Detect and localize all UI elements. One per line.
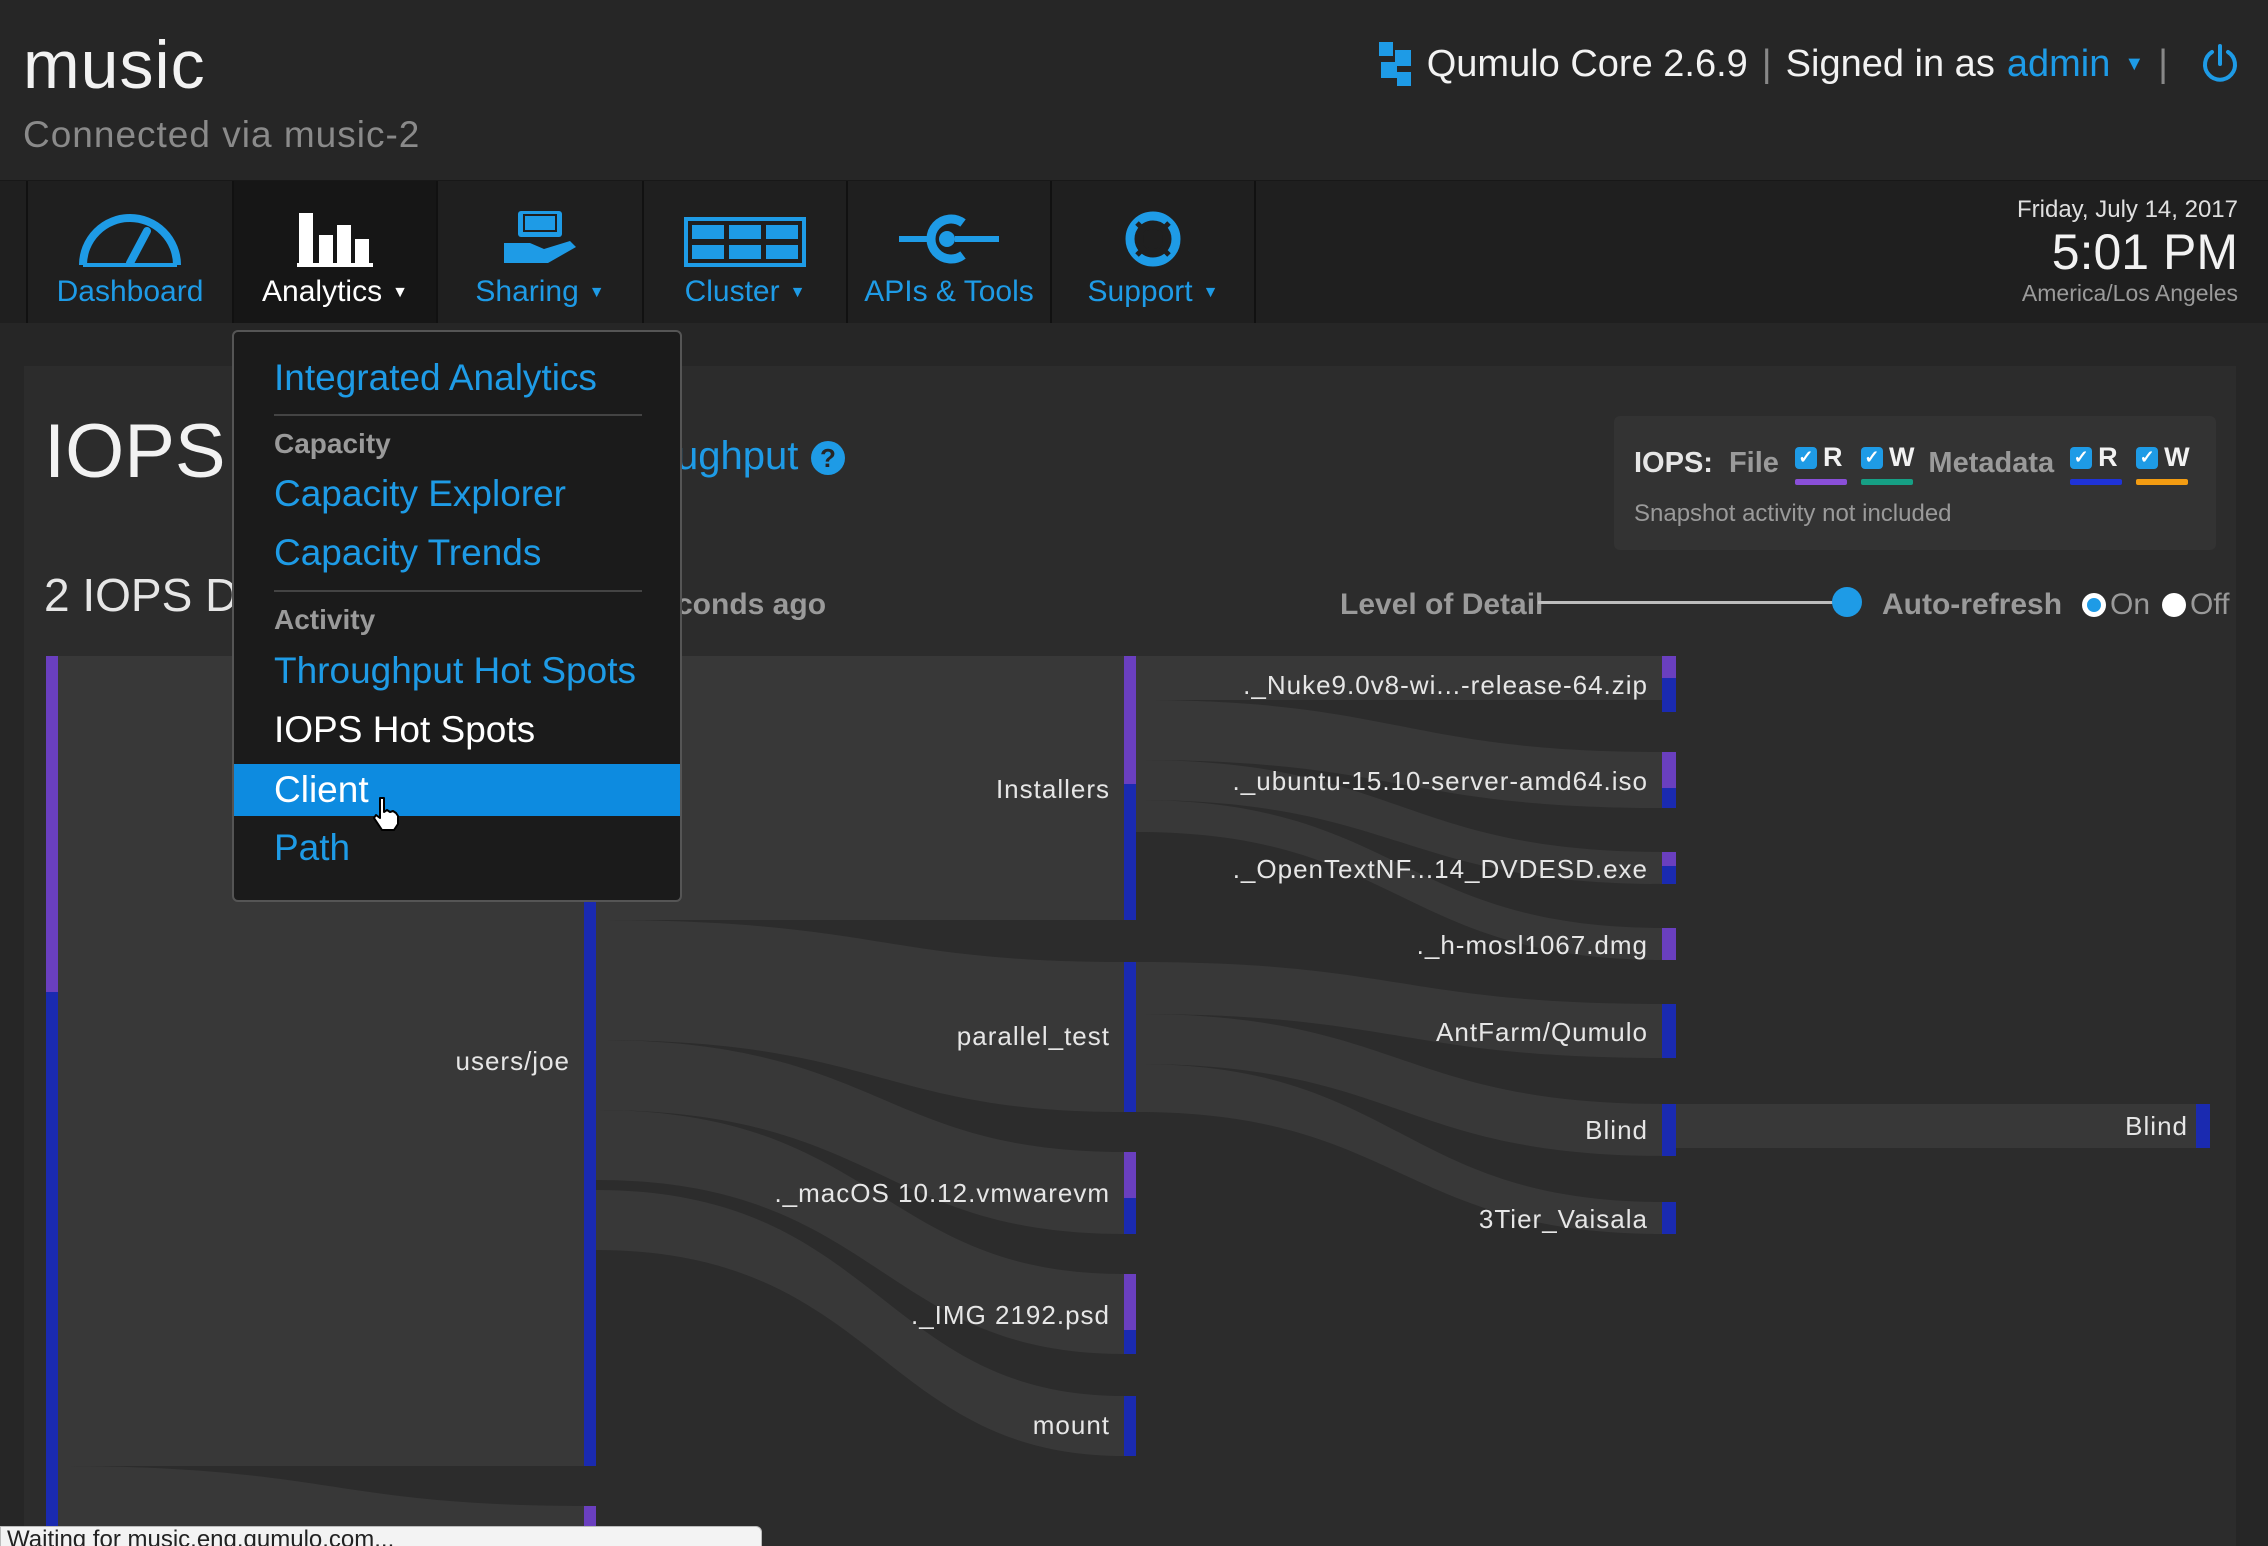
level-of-detail-slider-handle[interactable] [1832, 587, 1862, 617]
timezone-display: America/Los Angeles [2021, 280, 2238, 306]
power-icon[interactable] [2200, 42, 2240, 86]
divider: | [2158, 42, 2168, 85]
auto-refresh-label: Auto-refresh [1882, 588, 2063, 621]
caret-down-icon: ▼ [1202, 284, 1219, 302]
updated-ago: conds ago [676, 588, 827, 621]
sankey-node-label[interactable]: Blind [1585, 1115, 1648, 1146]
sankey-node-label[interactable]: users/joe [456, 1046, 571, 1077]
level-of-detail-label: Level of Detail [1340, 588, 1544, 621]
nav-label: APIs & Tools [864, 275, 1034, 308]
checkmark-icon: ✓ [2070, 446, 2093, 469]
cluster-clock: Friday, July 14, 2017 5:01 PM America/Lo… [2017, 196, 2238, 307]
date-display: Friday, July 14, 2017 [2016, 196, 2238, 223]
menu-item-capacity-trends[interactable]: Capacity Trends [234, 527, 680, 579]
divider: | [1761, 42, 1772, 85]
nav-label: Cluster [684, 275, 780, 308]
sankey-node-label[interactable]: ._Nuke9.0v8-wi...-release-64.zip [1243, 670, 1648, 701]
user-menu-link[interactable]: admin [2007, 43, 2111, 86]
metadata-write-swatch [2136, 479, 2189, 485]
sankey-node-label[interactable]: AntFarm/Qumulo [1436, 1017, 1648, 1048]
browser-status-bar: Waiting for music.eng.qumulo.com... [0, 1526, 762, 1546]
sankey-node-label[interactable]: ._h-mosl1067.dmg [1417, 930, 1648, 961]
help-icon[interactable]: ? [810, 440, 846, 476]
nav-cluster[interactable]: Cluster ▼ [642, 181, 846, 323]
nav-analytics[interactable]: Analytics ▼ [232, 181, 436, 323]
menu-divider [274, 414, 642, 416]
level-of-detail-slider-track[interactable] [1538, 601, 1838, 604]
server-rack-icon [684, 217, 806, 267]
checkmark-icon: ✓ [1794, 446, 1817, 469]
file-label: File [1728, 447, 1779, 479]
checkmark-icon: ✓ [1860, 446, 1883, 469]
hand-pointer-icon [373, 797, 399, 831]
radio-label-on: On [2110, 588, 2151, 621]
menu-section-activity: Activity [274, 604, 376, 635]
iops-legend: IOPS: File ✓ R ✓ W Metadata ✓ R ✓ W Snapshot… [1614, 416, 2216, 550]
nav-dashboard[interactable]: Dashboard [26, 181, 232, 323]
menu-divider [274, 590, 642, 592]
metadata-write-checkbox[interactable]: ✓ W [2136, 442, 2190, 485]
sankey-node-label[interactable]: parallel_test [957, 1021, 1110, 1052]
nav-apis-tools[interactable]: APIs & Tools [846, 181, 1050, 323]
menu-item-capacity-explorer[interactable]: Capacity Explorer [234, 468, 680, 520]
throughput-link[interactable]: ughput [676, 434, 798, 479]
file-read-swatch [1794, 479, 1847, 485]
menu-item-path[interactable]: Path [234, 822, 680, 874]
metadata-read-swatch [2070, 479, 2123, 485]
caret-down-icon: ▼ [789, 284, 806, 302]
nav-label: Dashboard [56, 275, 204, 308]
auto-refresh-off-radio[interactable] [2162, 593, 2187, 617]
analytics-dropdown-menu: Integrated Analytics Capacity Capacity E… [232, 330, 682, 902]
sankey-node-label[interactable]: mount [1033, 1410, 1110, 1441]
nav-label: Sharing [475, 275, 579, 308]
sankey-node-label[interactable]: ._macOS 10.12.vmwarevm [774, 1178, 1110, 1209]
main-nav: Dashboard Analytics ▼ Sharing ▼ Cluster … [0, 180, 2268, 323]
caret-down-icon: ▼ [392, 284, 408, 302]
auto-refresh-on-radio[interactable] [2082, 593, 2107, 617]
metadata-read-checkbox[interactable]: ✓ R [2070, 442, 2123, 485]
lifebuoy-icon [1125, 211, 1181, 267]
chevron-down-icon[interactable]: ▼ [2124, 53, 2144, 76]
radio-label-off: Off [2190, 588, 2230, 621]
user-area: Qumulo Core 2.6.9 | Signed in as admin ▼… [1377, 36, 2240, 92]
menu-section-capacity: Capacity [274, 428, 391, 459]
sankey-node-label[interactable]: ._OpenTextNF...14_DVDESD.exe [1233, 854, 1648, 885]
gauge-icon [79, 214, 181, 267]
sankey-node-label[interactable]: 3Tier_Vaisala [1479, 1204, 1648, 1235]
file-write-checkbox[interactable]: ✓ W [1860, 442, 1914, 485]
nav-label: Analytics [262, 275, 383, 308]
app-header: music Connected via music-2 Qumulo Core … [0, 0, 2268, 180]
iops-label: IOPS: [1634, 447, 1713, 479]
sankey-node-label[interactable]: ._ubuntu-15.10-server-amd64.iso [1233, 766, 1648, 797]
metadata-label: Metadata [1928, 447, 2055, 479]
auto-refresh-control: Auto-refresh On Off [1882, 588, 2230, 622]
menu-item-iops-hot-spots[interactable]: IOPS Hot Spots [234, 704, 680, 756]
menu-item-integrated-analytics[interactable]: Integrated Analytics [234, 352, 680, 404]
signed-in-label: Signed in as [1785, 42, 1995, 85]
iops-summary: 2 IOPS D [44, 569, 239, 621]
checkmark-icon: ✓ [2136, 446, 2159, 469]
connection-info: Connected via music-2 [23, 114, 421, 155]
svg-text:?: ? [820, 443, 836, 473]
sankey-node-label[interactable]: ._IMG 2192.psd [911, 1300, 1110, 1331]
snapshot-note: Snapshot activity not included [1634, 500, 1952, 527]
api-plug-icon [899, 214, 999, 264]
nav-sharing[interactable]: Sharing ▼ [436, 181, 642, 323]
product-version: Qumulo Core 2.6.9 [1426, 42, 1748, 85]
nav-label: Support [1087, 275, 1193, 308]
time-display: 5:01 PM [2051, 224, 2238, 280]
nav-support[interactable]: Support ▼ [1050, 181, 1256, 323]
caret-down-icon: ▼ [588, 284, 605, 302]
sankey-node-label[interactable]: Installers [996, 774, 1110, 805]
menu-item-throughput-hot-spots[interactable]: Throughput Hot Spots [234, 645, 680, 697]
qumulo-logo-icon [1378, 42, 1411, 86]
menu-item-client[interactable]: Client [234, 764, 680, 816]
file-write-swatch [1860, 479, 1913, 485]
sankey-node-label[interactable]: Blind [2125, 1111, 2188, 1142]
hand-share-icon [504, 211, 576, 263]
cluster-name: music [23, 27, 206, 103]
bar-chart-icon [297, 213, 373, 267]
file-read-checkbox[interactable]: ✓ R [1794, 442, 1847, 485]
